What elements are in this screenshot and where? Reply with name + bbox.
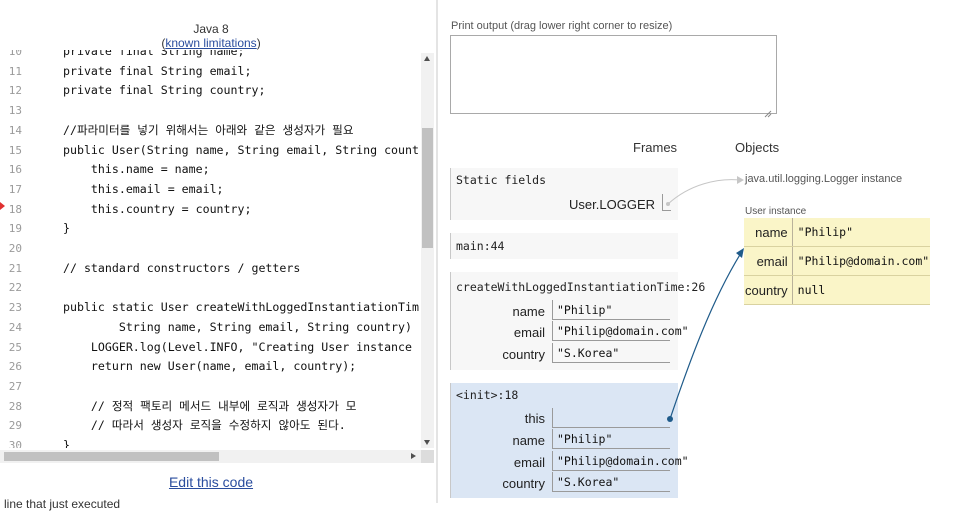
logger-arrowhead-icon <box>737 176 744 184</box>
logger-pointer-dot <box>666 202 670 206</box>
logger-pointer-arrow <box>667 179 741 205</box>
pointer-arrows <box>666 176 744 422</box>
this-pointer-arrow <box>669 252 742 420</box>
this-pointer-dot <box>667 416 673 422</box>
this-arrowhead-icon <box>736 248 744 258</box>
